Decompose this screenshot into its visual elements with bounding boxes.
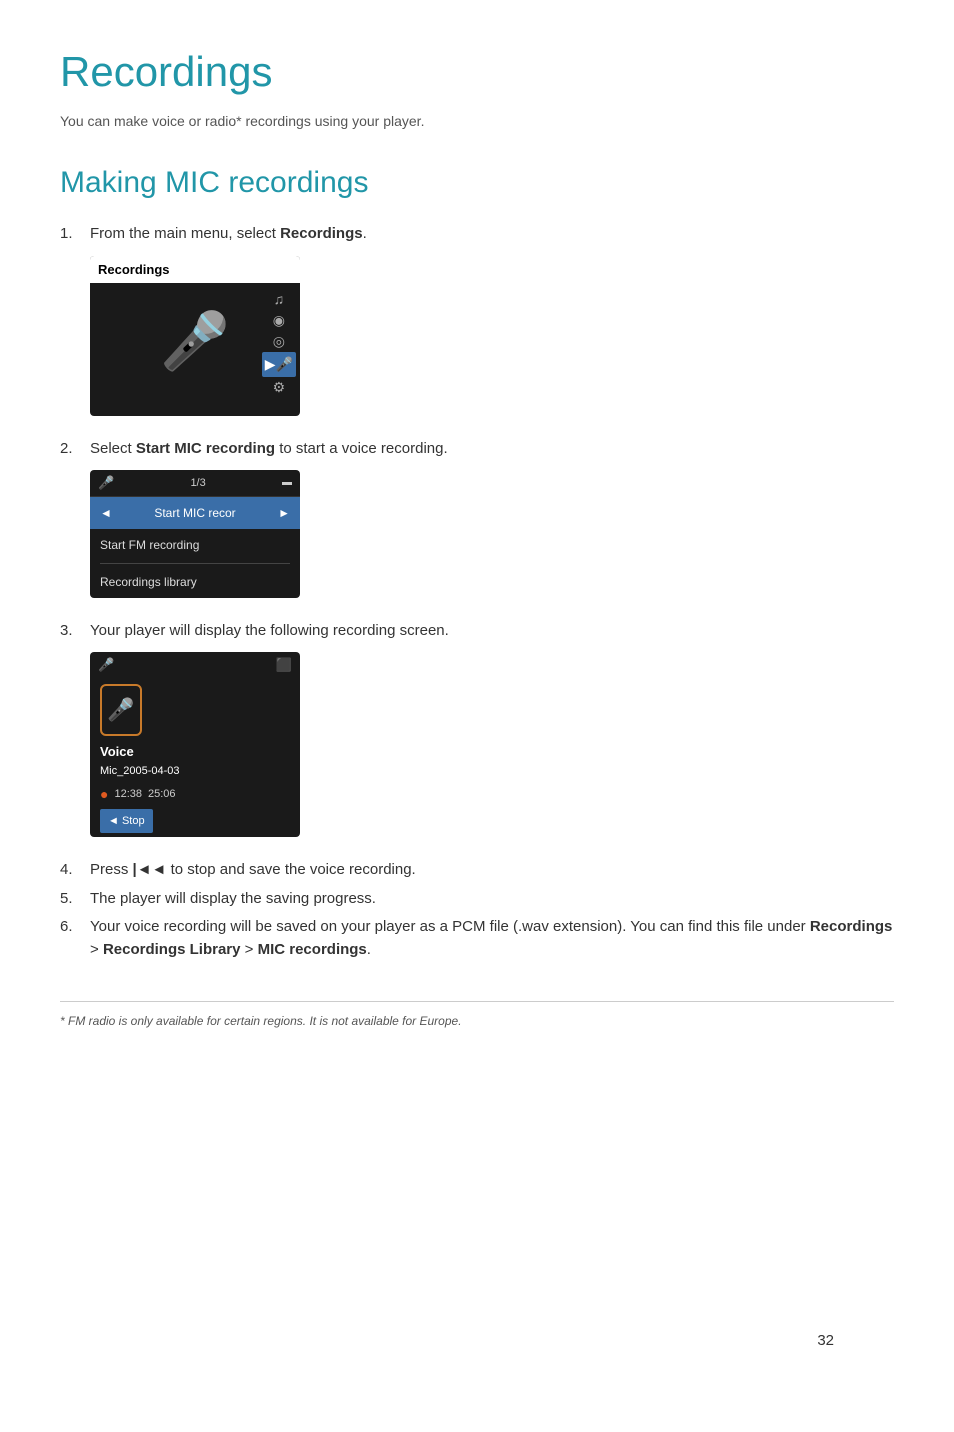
plain-steps: 4. Press |◄◄ to stop and save the voice … xyxy=(60,859,894,961)
mic-sidebar-icon: ▶🎤 xyxy=(262,352,296,377)
video-icon: ◎ xyxy=(273,331,285,352)
menu-item-recordings-library-label: Recordings library xyxy=(100,573,197,591)
screen2-mic-icon: 🎤 xyxy=(98,473,114,493)
screen3-body: 🎤 Voice Mic_2005-04-03 ● 12:38 25:06 ◄ S… xyxy=(90,678,300,834)
menu-item-start-fm-label: Start FM recording xyxy=(100,536,199,554)
screen1-body: 🎤 ♫ ◉ ◎ ▶🎤 ⚙ xyxy=(90,283,300,398)
step-2-text: Select Start MIC recording to start a vo… xyxy=(90,438,448,461)
step-1-num: 1. xyxy=(60,223,82,246)
step-3-text: Your player will display the following r… xyxy=(90,620,449,643)
footnote: * FM radio is only available for certain… xyxy=(60,1001,894,1030)
page-subtitle: You can make voice or radio* recordings … xyxy=(60,111,894,132)
screen1-device: Recordings 🎤 ♫ ◉ ◎ ▶🎤 ⚙ xyxy=(90,256,300,416)
step-1: 1. From the main menu, select Recordings… xyxy=(60,223,894,416)
plain-step-5: 5. The player will display the saving pr… xyxy=(60,888,894,911)
screen3-time-elapsed: 12:38 xyxy=(114,786,142,803)
screen2-topbar: 🎤 1/3 ▬ xyxy=(90,470,300,497)
screen3-filename: Mic_2005-04-03 xyxy=(100,763,290,780)
screen2-counter: 1/3 xyxy=(190,475,205,492)
page-number: 32 xyxy=(817,1330,834,1353)
menu-divider xyxy=(100,563,290,564)
screen2-battery-icon: ▬ xyxy=(282,475,292,490)
menu-item-recordings-library: Recordings library xyxy=(90,566,300,598)
menu-arrow-left-1: ◄ xyxy=(100,504,112,522)
screen1-sidebar: ♫ ◉ ◎ ▶🎤 ⚙ xyxy=(262,283,296,398)
step-4-text: Press |◄◄ to stop and save the voice rec… xyxy=(90,859,416,882)
mic-icon-large: 🎤 xyxy=(160,299,230,383)
screen1-header: Recordings xyxy=(90,256,300,284)
plain-step-6: 6. Your voice recording will be saved on… xyxy=(60,916,894,961)
section-title: Making MIC recordings xyxy=(60,160,894,205)
menu-arrow-right-1: ► xyxy=(278,504,290,522)
page-title: Recordings xyxy=(60,40,894,103)
step-2: 2. Select Start MIC recording to start a… xyxy=(60,438,894,598)
step-4-num: 4. xyxy=(60,859,82,882)
screen3-time-total: 25:06 xyxy=(148,786,176,803)
step-2-num: 2. xyxy=(60,438,82,461)
step-6-num: 6. xyxy=(60,916,82,961)
screen3-device: 🎤 ⬛ 🎤 Voice Mic_2005-04-03 ● 12:38 25:06… xyxy=(90,652,300,837)
settings-icon: ⚙ xyxy=(273,377,286,398)
step-5-num: 5. xyxy=(60,888,82,911)
screen3-topbar: 🎤 ⬛ xyxy=(90,652,300,678)
screen2-device: 🎤 1/3 ▬ ◄ Start MIC recor ► Start FM rec… xyxy=(90,470,300,598)
step-6-text: Your voice recording will be saved on yo… xyxy=(90,916,894,961)
menu-item-start-fm: Start FM recording xyxy=(90,529,300,561)
screen3-progress: ● 12:38 25:06 xyxy=(100,784,290,805)
menu-item-start-mic-label: Start MIC recor xyxy=(154,504,235,522)
step-3-num: 3. xyxy=(60,620,82,643)
screen3-rec-dot: ● xyxy=(100,784,108,805)
step-1-text: From the main menu, select Recordings. xyxy=(90,223,367,246)
screen3-mic-large-icon: 🎤 xyxy=(100,684,142,736)
screen3-stop-button: ◄ Stop xyxy=(100,809,153,834)
plain-step-4: 4. Press |◄◄ to stop and save the voice … xyxy=(60,859,894,882)
steps-list: 1. From the main menu, select Recordings… xyxy=(60,223,894,837)
step-5-text: The player will display the saving progr… xyxy=(90,888,376,911)
screen3-voice-label: Voice xyxy=(100,742,290,762)
screen3-stop-label: ◄ Stop xyxy=(108,813,145,830)
music-icon: ♫ xyxy=(274,289,285,310)
menu-item-start-mic: ◄ Start MIC recor ► xyxy=(90,497,300,529)
photo-icon: ◉ xyxy=(273,310,285,331)
screen3-stop-icon: ⬛ xyxy=(276,655,292,675)
screen3-mic-icon: 🎤 xyxy=(98,655,114,675)
step-3: 3. Your player will display the followin… xyxy=(60,620,894,838)
